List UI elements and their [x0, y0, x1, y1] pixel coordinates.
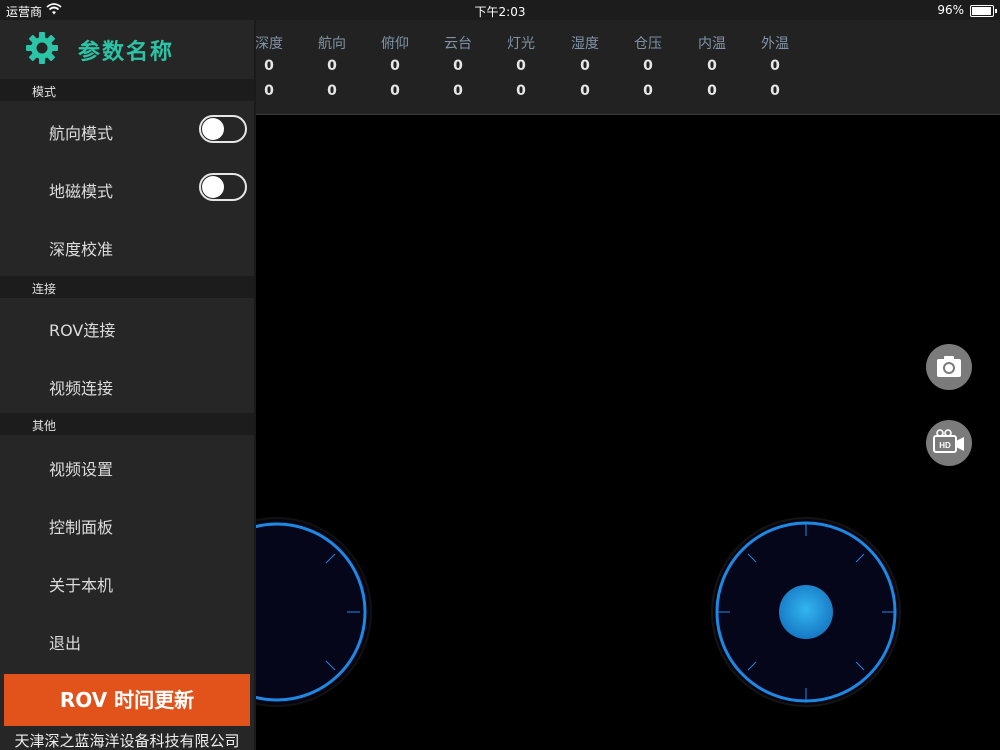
telemetry-header: 湿度: [571, 36, 599, 52]
telemetry-value: 0: [580, 58, 590, 74]
menu-item-label: 退出: [49, 634, 82, 653]
record-video-button[interactable]: HD: [926, 420, 972, 466]
section-label: 连接: [32, 282, 57, 296]
telemetry-value: 0: [770, 58, 780, 74]
telemetry-value: 0: [707, 83, 717, 99]
menu-item-label: 关于本机: [49, 576, 114, 595]
menu-item-video-connect[interactable]: 视频连接: [0, 356, 254, 414]
telemetry-value: 0: [453, 83, 463, 99]
gear-icon[interactable]: [24, 30, 60, 66]
side-menu: 参数名称 模式 航向模式 地磁模式 深度校准 连接 ROV连接 视频连接 其他 …: [0, 20, 256, 750]
menu-item-geomagnetic-mode[interactable]: 地磁模式: [0, 159, 254, 217]
section-header-mode: 模式: [0, 79, 254, 101]
telemetry-value: 0: [327, 58, 337, 74]
telemetry-header: 俯仰: [381, 36, 409, 52]
menu-item-rov-connect[interactable]: ROV连接: [0, 298, 254, 356]
menu-item-video-settings[interactable]: 视频设置: [0, 437, 254, 495]
side-menu-header: 参数名称: [0, 20, 254, 78]
status-bar: 运营商 下午2:03 96%: [0, 0, 1000, 20]
telemetry-header: 灯光: [507, 36, 535, 52]
menu-item-label: 深度校准: [49, 240, 114, 259]
heading-mode-toggle[interactable]: [199, 115, 247, 143]
section-label: 模式: [32, 85, 57, 99]
telemetry-value: 0: [643, 83, 653, 99]
menu-item-label: 航向模式: [49, 124, 114, 143]
battery-percent: 96%: [937, 3, 964, 17]
menu-item-label: 控制面板: [49, 518, 114, 537]
section-header-connection: 连接: [0, 276, 254, 298]
telemetry-value: 0: [516, 83, 526, 99]
joystick-knob: [779, 585, 833, 639]
hd-video-icon: HD: [933, 429, 964, 453]
telemetry-value: 0: [390, 83, 400, 99]
telemetry-value: 0: [516, 58, 526, 74]
section-label: 其他: [32, 419, 57, 433]
telemetry-value: 0: [643, 58, 653, 74]
telemetry-value: 0: [770, 83, 780, 99]
menu-item-exit[interactable]: 退出: [0, 611, 254, 669]
telemetry-value: 0: [390, 58, 400, 74]
menu-item-label: ROV连接: [49, 321, 116, 340]
company-footer: 天津深之蓝海洋设备科技有限公司: [14, 732, 240, 750]
section-header-other: 其他: [0, 413, 254, 435]
menu-title: 参数名称: [78, 40, 175, 65]
menu-item-control-panel[interactable]: 控制面板: [0, 495, 254, 553]
telemetry-value: 0: [580, 83, 590, 99]
telemetry-header: 仓压: [634, 36, 662, 52]
menu-item-label: 地磁模式: [49, 182, 114, 201]
rov-time-update-button[interactable]: ROV 时间更新: [4, 674, 250, 726]
telemetry-header: 航向: [318, 36, 346, 52]
snapshot-button[interactable]: [926, 344, 972, 390]
menu-item-label: 视频连接: [49, 379, 114, 398]
menu-item-about[interactable]: 关于本机: [0, 553, 254, 611]
telemetry-header: 内温: [698, 36, 726, 52]
battery-icon: [970, 5, 997, 17]
telemetry-value: 0: [453, 58, 463, 74]
geomagnetic-mode-toggle[interactable]: [199, 173, 247, 201]
menu-item-depth-calibration[interactable]: 深度校准: [0, 217, 254, 275]
svg-text:HD: HD: [939, 441, 951, 450]
telemetry-panel: 深度 0 0 航向 0 0 俯仰 0 0 云台 0 0 灯光 0 0 湿度 0 …: [255, 20, 1000, 115]
right-joystick[interactable]: [711, 517, 901, 707]
status-time: 下午2:03: [474, 5, 526, 19]
menu-item-label: 视频设置: [49, 460, 114, 479]
telemetry-value: 0: [707, 58, 717, 74]
telemetry-value: 0: [327, 83, 337, 99]
camera-icon: [937, 356, 961, 377]
menu-item-heading-mode[interactable]: 航向模式: [0, 101, 254, 159]
telemetry-header: 云台: [444, 36, 472, 52]
telemetry-header: 外温: [761, 36, 789, 52]
